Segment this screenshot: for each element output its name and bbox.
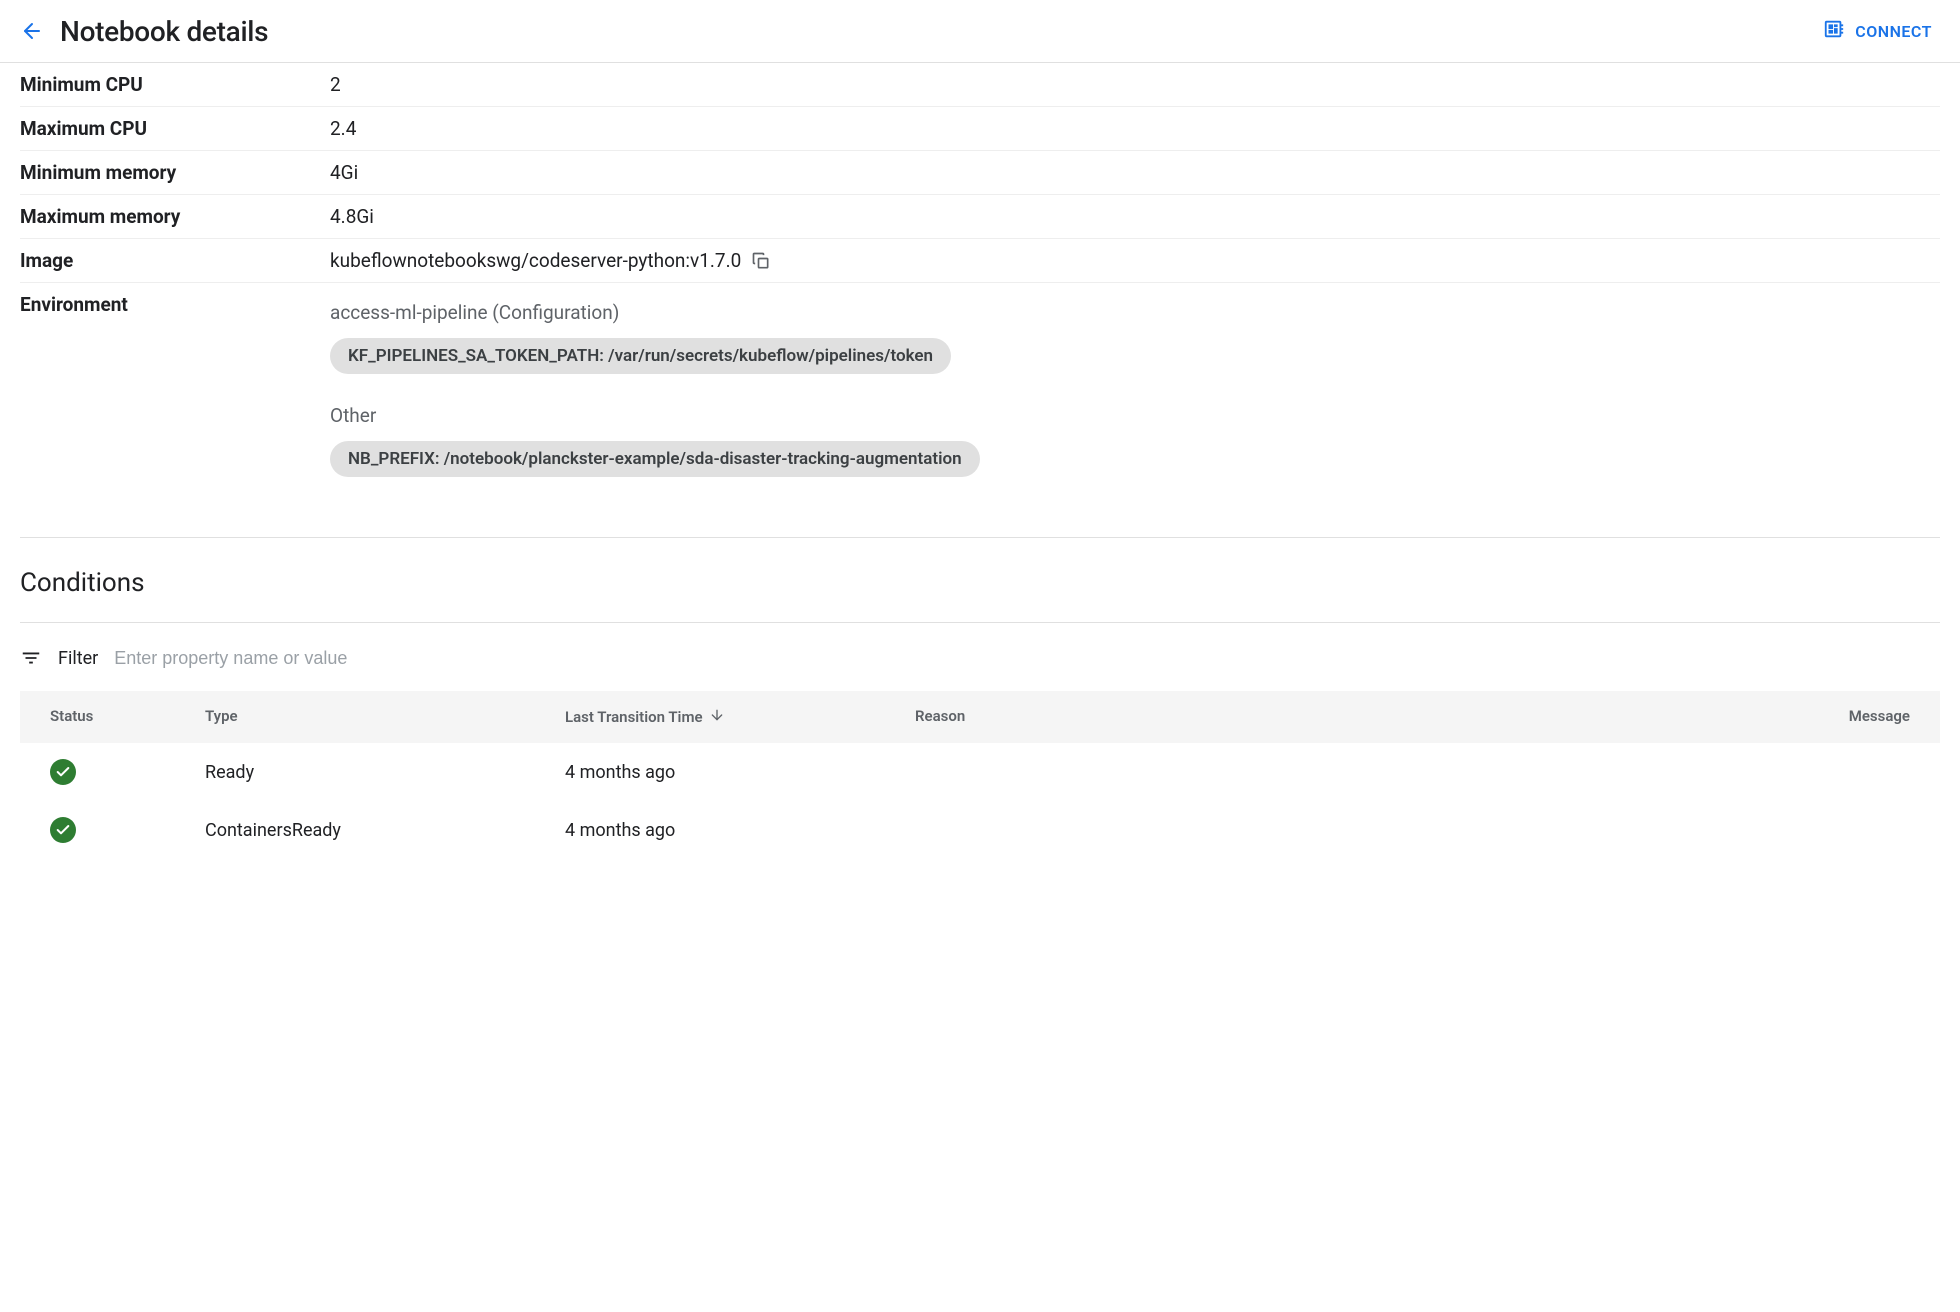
- filter-label: Filter: [58, 648, 98, 669]
- filter-input[interactable]: [114, 648, 1940, 669]
- detail-label: Image: [20, 249, 330, 272]
- detail-row-min-cpu: Minimum CPU 2: [20, 63, 1940, 107]
- table-header: Status Type Last Transition Time Reason …: [20, 691, 1940, 743]
- env-chip: KF_PIPELINES_SA_TOKEN_PATH: /var/run/sec…: [330, 338, 951, 374]
- table-row: Ready 4 months ago: [20, 743, 1940, 801]
- cell-status: [50, 817, 205, 843]
- cell-status: [50, 759, 205, 785]
- detail-row-image: Image kubeflownotebookswg/codeserver-pyt…: [20, 239, 1940, 283]
- conditions-title: Conditions: [20, 568, 1940, 598]
- env-group-title: Other: [330, 404, 980, 427]
- column-header-time-label: Last Transition Time: [565, 708, 703, 726]
- header-left: Notebook details: [20, 15, 268, 48]
- detail-value: 2: [330, 73, 341, 96]
- column-header-status[interactable]: Status: [50, 707, 205, 727]
- check-circle-icon: [50, 759, 76, 785]
- detail-label: Minimum CPU: [20, 73, 330, 96]
- detail-row-environment: Environment access-ml-pipeline (Configur…: [20, 283, 1940, 517]
- detail-value: kubeflownotebookswg/codeserver-python:v1…: [330, 249, 771, 272]
- connect-button-label: CONNECT: [1855, 22, 1932, 41]
- cell-type: Ready: [205, 762, 565, 783]
- conditions-table: Status Type Last Transition Time Reason …: [20, 691, 1940, 859]
- conditions-divider: [20, 622, 1940, 623]
- copy-icon[interactable]: [751, 251, 771, 271]
- filter-row: Filter: [20, 641, 1940, 691]
- check-circle-icon: [50, 817, 76, 843]
- detail-value: 4.8Gi: [330, 205, 374, 228]
- developer-board-icon: [1823, 18, 1845, 44]
- detail-label: Minimum memory: [20, 161, 330, 184]
- column-header-time[interactable]: Last Transition Time: [565, 707, 915, 727]
- detail-label: Maximum CPU: [20, 117, 330, 140]
- column-header-message[interactable]: Message: [1820, 707, 1910, 727]
- cell-time: 4 months ago: [565, 820, 915, 841]
- column-header-reason[interactable]: Reason: [915, 707, 1820, 727]
- detail-value: 2.4: [330, 117, 356, 140]
- cell-type: ContainersReady: [205, 820, 565, 841]
- filter-list-icon[interactable]: [20, 647, 42, 669]
- back-arrow-icon[interactable]: [20, 19, 44, 43]
- connect-button[interactable]: CONNECT: [1815, 12, 1940, 50]
- env-chip: NB_PREFIX: /notebook/planckster-example/…: [330, 441, 980, 477]
- cell-time: 4 months ago: [565, 762, 915, 783]
- detail-value: 4Gi: [330, 161, 358, 184]
- detail-row-min-memory: Minimum memory 4Gi: [20, 151, 1940, 195]
- page-title: Notebook details: [60, 15, 268, 48]
- detail-row-max-memory: Maximum memory 4.8Gi: [20, 195, 1940, 239]
- image-value-text: kubeflownotebookswg/codeserver-python:v1…: [330, 249, 741, 272]
- detail-label: Maximum memory: [20, 205, 330, 228]
- table-row: ContainersReady 4 months ago: [20, 801, 1940, 859]
- content-area: Minimum CPU 2 Maximum CPU 2.4 Minimum me…: [0, 63, 1960, 859]
- detail-label: Environment: [20, 293, 330, 316]
- env-group-title: access-ml-pipeline (Configuration): [330, 301, 980, 324]
- section-divider: [20, 537, 1940, 538]
- arrow-down-icon: [709, 707, 725, 727]
- detail-row-max-cpu: Maximum CPU 2.4: [20, 107, 1940, 151]
- environment-section: access-ml-pipeline (Configuration) KF_PI…: [330, 293, 980, 507]
- column-header-type[interactable]: Type: [205, 707, 565, 727]
- page-header: Notebook details CONNECT: [0, 0, 1960, 63]
